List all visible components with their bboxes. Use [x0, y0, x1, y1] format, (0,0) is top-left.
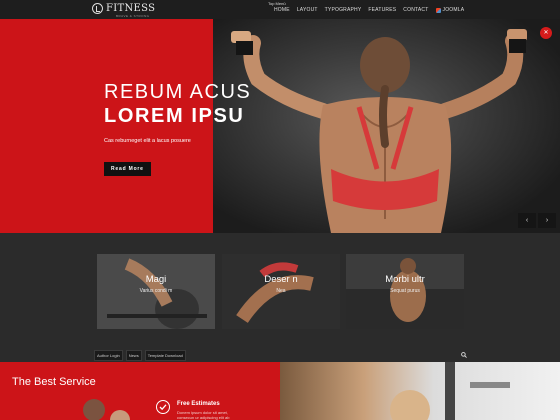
footer-links: Author Login News Template Download: [94, 350, 186, 361]
service-title: The Best Service: [12, 376, 96, 388]
service-people-image: [83, 399, 130, 420]
free-estimates-text-line2: consecun ur adipiscing elit ab: [177, 415, 230, 420]
gym-illustration: [390, 362, 510, 420]
logo[interactable]: FITNESS BRAVE & STRONG: [92, 3, 156, 18]
hero-image-athlete: [213, 19, 560, 233]
nav-item-joomla-label: JOOMLA: [442, 7, 465, 13]
news-link[interactable]: News: [125, 350, 142, 361]
top-menu-label: Top Menü: [268, 1, 286, 6]
service-red-panel: [0, 362, 280, 420]
page: FITNESS BRAVE & STRONG Top Menü HOME LAY…: [0, 0, 560, 420]
feature-card-desern[interactable]: Deser n Nea: [222, 254, 340, 329]
logo-icon: [92, 3, 103, 14]
top-navigation-bar: FITNESS BRAVE & STRONG Top Menü HOME LAY…: [0, 0, 560, 19]
free-estimates-title: Free Estimates: [177, 401, 220, 407]
hero-slider: ✕ REBUM ACUS LOREM IPSU Cas reburneget e…: [0, 19, 560, 233]
nav-item-contact[interactable]: CONTACT: [403, 7, 428, 13]
feature-text: Nea: [276, 288, 286, 294]
features-section: Magi Varius condi m Deser n Nea Morbi ul…: [0, 233, 560, 362]
logo-text: FITNESS: [106, 3, 156, 14]
service-gym-image: [280, 362, 560, 420]
athlete-illustration: [231, 29, 527, 233]
search-icon[interactable]: [461, 352, 467, 358]
nav-item-joomla[interactable]: JOOMLA: [435, 7, 465, 13]
feature-card-magi[interactable]: Magi Varius condi m: [97, 254, 215, 329]
hero-subtitle: Cas reburneget elit a lacus posuere: [104, 138, 191, 144]
free-estimates-text: Donem ipsum dolor sit amet, consecun ur …: [177, 410, 229, 420]
feature-title: Morbi ultr: [385, 274, 425, 285]
hero-title-line1: REBUM ACUS: [104, 81, 252, 103]
feature-title: Magi: [145, 274, 167, 285]
nav-item-typography[interactable]: TYPOGRAPHY: [325, 7, 362, 13]
hero-title-line2: LOREM IPSU: [104, 105, 245, 127]
check-circle-icon: [156, 400, 170, 414]
feature-text: Varius condi m: [139, 288, 173, 294]
slider-prev-arrow-icon[interactable]: ‹: [518, 213, 536, 228]
slider-next-arrow-icon[interactable]: ›: [538, 213, 556, 228]
main-nav: HOME LAYOUT TYPOGRAPHY FEATURES CONTACT …: [274, 7, 464, 13]
author-login-link[interactable]: Author Login: [94, 350, 123, 361]
feature-card-morbi[interactable]: Morbi ultr Sequat purus: [346, 254, 464, 329]
nav-item-layout[interactable]: LAYOUT: [297, 7, 318, 13]
feature-text: Sequat purus: [390, 288, 420, 294]
nav-item-home[interactable]: HOME: [274, 7, 290, 13]
close-icon[interactable]: ✕: [540, 27, 552, 39]
nav-item-features[interactable]: FEATURES: [368, 7, 396, 13]
feature-title: Deser n: [264, 274, 298, 285]
logo-subtext: BRAVE & STRONG: [116, 14, 150, 18]
joomla-icon: [435, 7, 441, 13]
read-more-button[interactable]: Read More: [104, 162, 151, 176]
best-service-section: The Best Service Free Estimates Donem ip…: [0, 362, 560, 420]
template-download-link[interactable]: Template Download: [144, 350, 186, 361]
